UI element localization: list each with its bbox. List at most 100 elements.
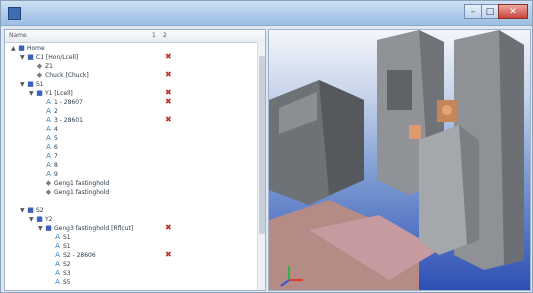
close-button[interactable]: ✕ — [498, 4, 528, 19]
tree-item-label: S1 — [63, 234, 71, 241]
tree-row[interactable]: A9 — [5, 170, 255, 179]
axis-icon: A — [55, 260, 60, 268]
tree-row[interactable]: ◆ Z1 — [5, 62, 255, 71]
tree-item-label: S2 — [36, 207, 44, 214]
column-header-name[interactable]: Name — [9, 32, 27, 39]
tree-item-label: 2 — [54, 108, 58, 115]
tree-row[interactable]: A S1 — [5, 242, 255, 251]
tree-item-label: 9 — [54, 171, 58, 178]
maximize-button[interactable]: □ — [481, 4, 499, 19]
folder-icon: ■ — [36, 215, 43, 223]
tree-row[interactable]: A5 — [5, 134, 255, 143]
error-marker-icon: ✖ — [165, 70, 172, 79]
tree-row[interactable]: ◆ Geng1 fastinghold — [5, 188, 255, 197]
expand-toggle-icon[interactable]: ▼ — [38, 224, 43, 233]
part-icon: ◆ — [36, 71, 43, 79]
column-header-2[interactable]: 2 — [163, 32, 167, 39]
tree-item-label: Chuck [Chuck] — [45, 72, 89, 79]
axis-icon: A — [46, 98, 51, 106]
tree-item-label: S5 — [63, 279, 71, 286]
tree-row[interactable]: ▼ ■ Y1 [Lcell] ✖ — [5, 88, 255, 98]
app-window: – □ ✕ Name 1 2 ▲ ■ Home ▼ ■ C1 [Hon/Lcell] ✖ ◆ Z… — [0, 0, 533, 293]
tree-item-label: S2 — [63, 261, 71, 268]
axis-icon: A — [46, 152, 51, 160]
app-icon — [8, 7, 21, 20]
axis-icon: A — [46, 125, 51, 133]
expand-toggle-icon[interactable]: ▼ — [20, 53, 25, 62]
tree-item-label: 1 - 28607 — [54, 99, 83, 106]
axis-icon: A — [46, 170, 51, 178]
column-header-1[interactable]: 1 — [152, 32, 156, 39]
tree-row[interactable]: A1 - 28607 ✖ — [5, 97, 255, 107]
tree-row[interactable]: A2 — [5, 107, 255, 116]
tree-item-label: Geng1 fastinghold — [54, 189, 110, 196]
tree-row[interactable]: ▼ ■ Geng3 fastinghold [Rflcut] ✖ — [5, 223, 255, 233]
expand-toggle-icon[interactable]: ▼ — [29, 89, 34, 98]
axis-icon: A — [55, 233, 60, 241]
tree-row[interactable]: ▼ ■ S2 — [5, 206, 255, 215]
tree-row[interactable]: ▲ ■ Home — [5, 44, 255, 53]
tree-row[interactable]: A6 — [5, 143, 255, 152]
tree-column-header: Name 1 2 — [5, 30, 265, 43]
folder-icon: ■ — [27, 53, 34, 61]
tree-row[interactable]: A S5 — [5, 278, 255, 287]
tree-item-label: 4 — [54, 126, 58, 133]
tree-scrollbar[interactable] — [257, 42, 265, 290]
tree-item-label: Y2 — [45, 216, 53, 223]
axis-icon: A — [55, 251, 60, 259]
tree-row[interactable]: ◆ Geng1 fastinghold — [5, 179, 255, 188]
tree-row[interactable]: A7 — [5, 152, 255, 161]
tree-row[interactable]: A S2 - 28606 ✖ — [5, 250, 255, 260]
axis-icon: A — [55, 242, 60, 250]
tree-row[interactable]: A3 - 28601 ✖ — [5, 115, 255, 125]
expand-toggle-icon[interactable]: ▼ — [29, 215, 34, 224]
workpiece-small — [409, 125, 421, 139]
folder-icon: ■ — [27, 206, 34, 214]
tree-item-label: S2 - 28606 — [63, 252, 96, 259]
3d-scene — [269, 30, 524, 290]
tree-item-label: 7 — [54, 153, 58, 160]
tree-row — [5, 197, 255, 206]
tree-item-label: 3 - 28601 — [54, 117, 83, 124]
tree-item-label: Geng1 fastinghold — [54, 180, 110, 187]
axis-icon: A — [55, 269, 60, 277]
title-bar[interactable]: – □ ✕ — [1, 1, 532, 26]
error-marker-icon: ✖ — [165, 52, 172, 61]
expand-toggle-icon[interactable]: ▼ — [20, 80, 25, 89]
axis-icon: A — [46, 107, 51, 115]
axis-icon: A — [46, 143, 51, 151]
tree-row[interactable]: A8 — [5, 161, 255, 170]
minimize-button[interactable]: – — [464, 4, 482, 19]
tree-item-label: S1 — [36, 81, 44, 88]
tree-row[interactable]: A S1 — [5, 233, 255, 242]
tree-item-label: Geng3 fastinghold [Rflcut] — [54, 225, 134, 232]
tree-row[interactable]: A S2 — [5, 260, 255, 269]
part-icon: ◆ — [36, 62, 43, 70]
tree-row[interactable]: A4 — [5, 125, 255, 134]
tree-item-label: C1 [Hon/Lcell] — [36, 54, 79, 61]
error-marker-icon: ✖ — [165, 250, 172, 259]
tree-item-label: Home — [27, 45, 45, 52]
tree-item-label: S3 — [63, 270, 71, 277]
tree-item-label: 5 — [54, 135, 58, 142]
window-controls: – □ ✕ — [464, 4, 528, 20]
tree-item-label: Z1 — [45, 63, 53, 70]
axis-icon: A — [46, 116, 51, 124]
expand-toggle-icon[interactable]: ▼ — [20, 206, 25, 215]
tree-row[interactable]: ▼ ■ C1 [Hon/Lcell] ✖ — [5, 52, 255, 62]
3d-viewport[interactable] — [268, 29, 531, 291]
folder-icon: ■ — [27, 80, 34, 88]
tree-row[interactable]: ▼ ■ Y2 — [5, 215, 255, 224]
expand-toggle-icon[interactable]: ▲ — [11, 44, 16, 53]
error-marker-icon: ✖ — [165, 88, 172, 97]
tree-row[interactable]: A S3 — [5, 269, 255, 278]
tree-row[interactable]: ◆ Chuck [Chuck] ✖ — [5, 70, 255, 80]
error-marker-icon: ✖ — [165, 97, 172, 106]
folder-icon: ■ — [18, 44, 25, 52]
folder-icon: ■ — [45, 224, 52, 232]
tree-row[interactable]: ▼ ■ S1 — [5, 80, 255, 89]
tree-item-label: 6 — [54, 144, 58, 151]
axis-icon: A — [46, 134, 51, 142]
axis-icon: A — [55, 278, 60, 286]
scrollbar-thumb[interactable] — [259, 56, 265, 234]
